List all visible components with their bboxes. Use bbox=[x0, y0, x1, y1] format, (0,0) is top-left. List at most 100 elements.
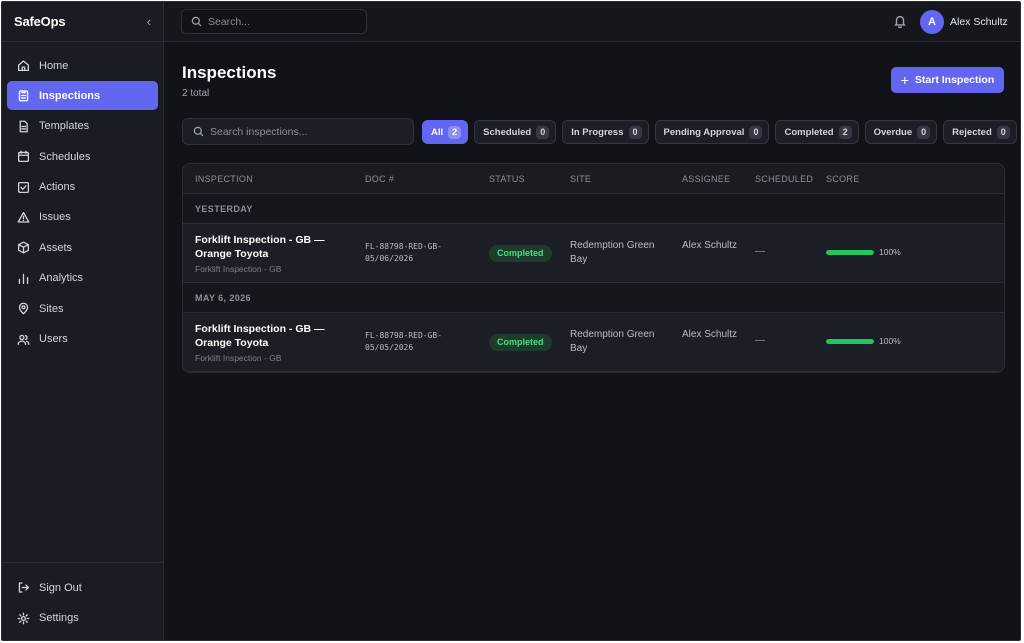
doc-number: FL-88798-RED-GB-05/06/2026 bbox=[365, 242, 443, 263]
user-name[interactable]: Alex Schultz bbox=[950, 16, 1008, 28]
users-icon bbox=[16, 332, 30, 346]
column-header-doc[interactable]: DOC # bbox=[365, 174, 394, 184]
chevron-left-icon[interactable]: ‹ bbox=[147, 14, 151, 29]
sidebar-item-inspections[interactable]: Inspections bbox=[7, 81, 158, 111]
filter-count-badge: 0 bbox=[749, 125, 763, 139]
plus-icon: + bbox=[900, 72, 909, 88]
column-header-scheduled[interactable]: SCHEDULED bbox=[755, 174, 813, 184]
bar-chart-icon bbox=[16, 271, 30, 285]
status-badge: Completed bbox=[489, 245, 552, 262]
box-icon bbox=[16, 241, 30, 255]
filter-pending-approval[interactable]: Pending Approval 0 bbox=[654, 120, 770, 144]
filter-label: Scheduled bbox=[483, 126, 532, 138]
brand-bar: SafeOps ‹ bbox=[2, 2, 163, 42]
filter-in-progress[interactable]: In Progress 0 bbox=[562, 120, 649, 144]
main-content: Inspections 2 total + Start Inspection S… bbox=[164, 42, 1020, 640]
filter-count-badge: 0 bbox=[536, 125, 550, 139]
score-bar-fill bbox=[826, 250, 874, 255]
column-header-score[interactable]: SCORE bbox=[826, 174, 860, 184]
score-value: 100% bbox=[879, 336, 901, 346]
filter-label: Rejected bbox=[952, 126, 992, 138]
scheduled-date: — bbox=[755, 335, 765, 346]
inspection-template: Forklift Inspection - GB bbox=[195, 353, 282, 363]
document-icon bbox=[16, 119, 30, 133]
filter-count-badge: 0 bbox=[996, 125, 1010, 139]
inspection-template: Forklift Inspection - GB bbox=[195, 264, 282, 274]
sidebar: SafeOps ‹ Home Inspections Templates Schedu… bbox=[2, 2, 164, 640]
filter-label: Completed bbox=[784, 126, 834, 138]
start-inspection-label: Start Inspection bbox=[914, 74, 995, 86]
column-header-assignee[interactable]: ASSIGNEE bbox=[682, 174, 730, 184]
search-icon bbox=[193, 126, 204, 137]
sidebar-item-label: Issues bbox=[39, 211, 71, 224]
date-group-header: YESTERDAY bbox=[183, 194, 1004, 224]
filter-count-badge: 0 bbox=[628, 125, 642, 139]
sidebar-item-label: Users bbox=[39, 333, 68, 346]
sidebar-item-sites[interactable]: Sites bbox=[7, 294, 158, 323]
page-subtitle: 2 total bbox=[182, 88, 210, 99]
sidebar-item-label: Assets bbox=[39, 241, 73, 254]
sidebar-item-label: Sign Out bbox=[39, 581, 82, 594]
avatar[interactable]: A bbox=[920, 10, 944, 34]
scheduled-date: — bbox=[755, 246, 765, 257]
doc-number: FL-88798-RED-GB-05/05/2026 bbox=[365, 331, 443, 352]
gear-icon bbox=[16, 611, 30, 625]
topbar: Search... A Alex Schultz bbox=[164, 2, 1020, 42]
checkbox-icon bbox=[16, 180, 30, 194]
sidebar-item-assets[interactable]: Assets bbox=[7, 233, 158, 262]
sidebar-item-users[interactable]: Users bbox=[7, 325, 158, 354]
score-value: 100% bbox=[879, 247, 901, 257]
home-icon bbox=[16, 59, 30, 73]
filter-label: Overdue bbox=[873, 126, 913, 138]
score-bar bbox=[826, 339, 874, 344]
search-inspections-input[interactable]: Search inspections... bbox=[182, 118, 414, 145]
column-header-inspection[interactable]: INSPECTION bbox=[195, 174, 253, 184]
filter-count-badge: 2 bbox=[448, 125, 462, 139]
inspection-title[interactable]: Forklift Inspection - GB — Orange Toyota bbox=[195, 322, 335, 350]
site-name: Redemption Green Bay bbox=[570, 240, 655, 265]
assignee-name: Alex Schultz bbox=[682, 240, 738, 251]
app-logo: SafeOps bbox=[14, 14, 66, 29]
warning-icon bbox=[16, 210, 30, 224]
status-filter-tabs: All 2 Scheduled 0 In Progress 0 Pending Approv… bbox=[422, 120, 1017, 144]
bell-icon[interactable] bbox=[893, 14, 909, 30]
filter-overdue[interactable]: Overdue 0 bbox=[864, 120, 938, 144]
filter-scheduled[interactable]: Scheduled 0 bbox=[474, 120, 557, 144]
status-badge: Completed bbox=[489, 334, 552, 351]
column-header-site[interactable]: SITE bbox=[570, 174, 591, 184]
column-header-status[interactable]: STATUS bbox=[489, 174, 525, 184]
filter-all[interactable]: All 2 bbox=[422, 120, 469, 144]
inspection-title[interactable]: Forklift Inspection - GB — Orange Toyota bbox=[195, 233, 335, 261]
search-inspections-placeholder: Search inspections... bbox=[210, 125, 308, 138]
calendar-icon bbox=[16, 150, 30, 164]
global-search-placeholder: Search... bbox=[208, 15, 251, 28]
sidebar-item-label: Actions bbox=[39, 181, 76, 194]
score-bar bbox=[826, 250, 874, 255]
sidebar-item-schedules[interactable]: Schedules bbox=[7, 142, 158, 171]
assignee-name: Alex Schultz bbox=[682, 329, 738, 340]
sidebar-item-sign-out[interactable]: Sign Out bbox=[7, 573, 158, 602]
sidebar-item-label: Analytics bbox=[39, 272, 84, 285]
sidebar-item-settings[interactable]: Settings bbox=[7, 604, 158, 633]
table-header: INSPECTION DOC # STATUS SITE ASSIGNEE SCHEDUL… bbox=[183, 164, 1004, 194]
global-search-input[interactable]: Search... bbox=[181, 9, 367, 34]
inspections-table: INSPECTION DOC # STATUS SITE ASSIGNEE SCHEDUL… bbox=[182, 163, 1005, 373]
start-inspection-button[interactable]: + Start Inspection bbox=[891, 67, 1004, 93]
filter-count-badge: 0 bbox=[917, 125, 931, 139]
table-row[interactable]: Forklift Inspection - GB — Orange Toyota… bbox=[183, 224, 1004, 283]
table-row[interactable]: Forklift Inspection - GB — Orange Toyota… bbox=[183, 313, 1004, 372]
sidebar-item-actions[interactable]: Actions bbox=[7, 173, 158, 202]
filter-completed[interactable]: Completed 2 bbox=[775, 120, 859, 144]
search-icon bbox=[191, 16, 202, 27]
sidebar-item-templates[interactable]: Templates bbox=[7, 112, 158, 141]
filter-rejected[interactable]: Rejected 0 bbox=[943, 120, 1017, 144]
filter-label: Pending Approval bbox=[663, 126, 745, 138]
sidebar-item-analytics[interactable]: Analytics bbox=[7, 264, 158, 293]
sidebar-item-label: Home bbox=[39, 59, 69, 72]
sidebar-item-home[interactable]: Home bbox=[7, 51, 158, 80]
sidebar-nav: Home Inspections Templates Schedules Actions… bbox=[2, 42, 163, 364]
sidebar-item-label: Templates bbox=[39, 120, 90, 133]
date-group-label: YESTERDAY bbox=[195, 204, 253, 214]
sidebar-item-issues[interactable]: Issues bbox=[7, 203, 158, 232]
date-group-header: MAY 6, 2026 bbox=[183, 283, 1004, 313]
